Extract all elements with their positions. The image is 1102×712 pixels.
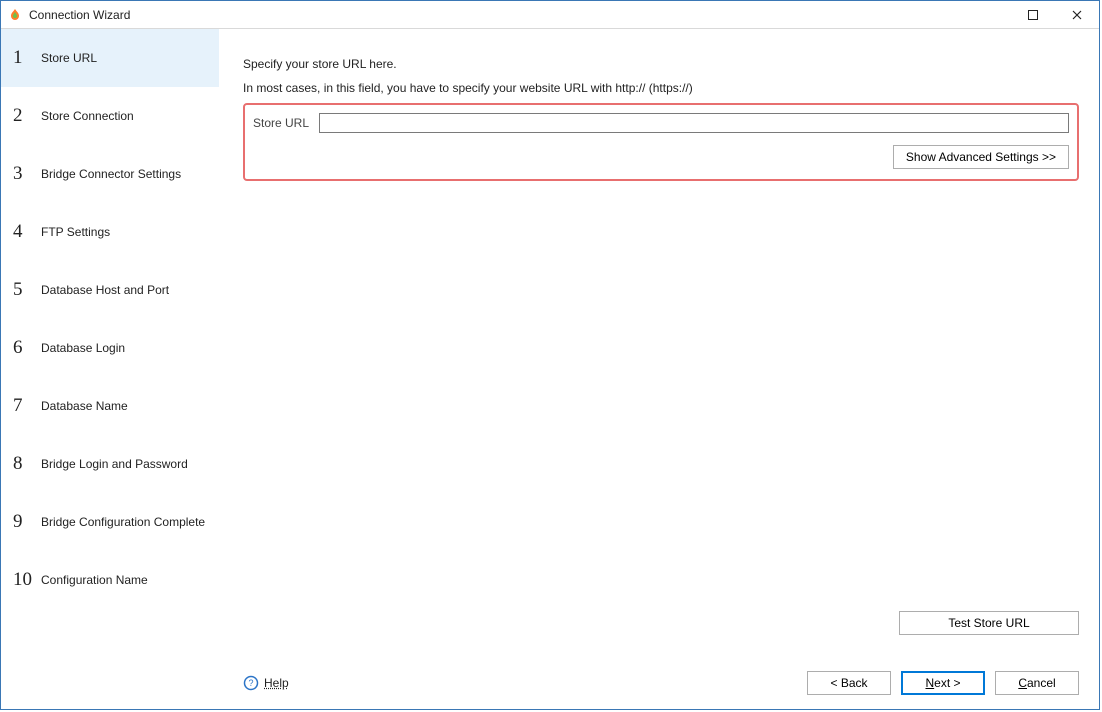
step-number: 3 [13,163,41,185]
step-number: 8 [13,453,41,475]
step-label: Store Connection [41,109,134,123]
step-number: 5 [13,279,41,301]
step-database-login[interactable]: 6 Database Login [1,319,219,377]
step-label: Bridge Login and Password [41,457,188,471]
cancel-button[interactable]: Cancel [995,671,1079,695]
svg-text:?: ? [248,678,253,688]
step-bridge-login-password[interactable]: 8 Bridge Login and Password [1,435,219,493]
show-advanced-settings-button[interactable]: Show Advanced Settings >> [893,145,1069,169]
step-bridge-connector-settings[interactable]: 3 Bridge Connector Settings [1,145,219,203]
title-bar: Connection Wizard [1,1,1099,29]
step-configuration-name[interactable]: 10 Configuration Name [1,551,219,609]
step-label: Bridge Configuration Complete [41,515,205,529]
step-number: 9 [13,511,41,533]
step-number: 4 [13,221,41,243]
step-label: Database Login [41,341,125,355]
store-url-input[interactable] [319,113,1069,133]
close-button[interactable] [1055,1,1099,29]
window-title: Connection Wizard [29,8,130,22]
instruction-line-2: In most cases, in this field, you have t… [243,81,1079,95]
back-button[interactable]: < Back [807,671,891,695]
store-url-highlight-box: Store URL Show Advanced Settings >> [243,103,1079,181]
step-ftp-settings[interactable]: 4 FTP Settings [1,203,219,261]
step-database-name[interactable]: 7 Database Name [1,377,219,435]
app-icon [7,7,23,23]
step-number: 2 [13,105,41,127]
step-label: FTP Settings [41,225,110,239]
step-label: Database Name [41,399,128,413]
help-icon: ? [243,675,259,691]
step-bridge-configuration-complete[interactable]: 9 Bridge Configuration Complete [1,493,219,551]
maximize-button[interactable] [1011,1,1055,29]
step-label: Bridge Connector Settings [41,167,181,181]
next-button[interactable]: Next > [901,671,985,695]
step-label: Store URL [41,51,97,65]
instruction-line-1: Specify your store URL here. [243,57,1079,71]
test-store-url-button[interactable]: Test Store URL [899,611,1079,635]
help-link[interactable]: ? Help [243,675,289,691]
wizard-steps-sidebar: 1 Store URL 2 Store Connection 3 Bridge … [1,29,219,709]
step-store-connection[interactable]: 2 Store Connection [1,87,219,145]
step-number: 7 [13,395,41,417]
step-number: 6 [13,337,41,359]
step-label: Configuration Name [41,573,148,587]
step-database-host-port[interactable]: 5 Database Host and Port [1,261,219,319]
step-number: 1 [13,47,41,69]
step-store-url[interactable]: 1 Store URL [1,29,219,87]
help-label: Help [264,676,289,690]
connection-wizard-window: Connection Wizard 1 Store URL 2 Store Co… [0,0,1100,710]
store-url-label: Store URL [253,116,309,130]
step-label: Database Host and Port [41,283,169,297]
wizard-main-panel: Specify your store URL here. In most cas… [219,29,1099,709]
step-number: 10 [13,569,41,591]
